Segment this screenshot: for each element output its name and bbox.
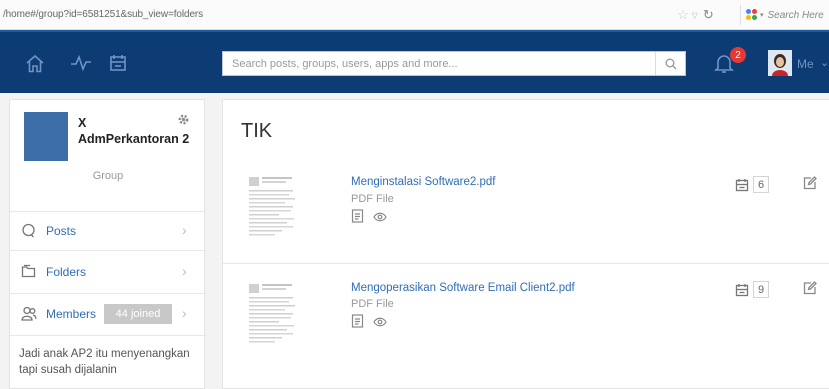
file-name-link[interactable]: Mengoperasikan Software Email Client2.pd… [351, 282, 575, 294]
sidebar-item-members[interactable]: Members 44 joined › [10, 295, 206, 333]
members-icon [21, 306, 37, 324]
file-count[interactable]: 9 [735, 281, 769, 298]
file-row[interactable]: Mengoperasikan Software Email Client2.pd… [223, 271, 829, 364]
file-type: PDF File [351, 193, 394, 205]
divider [10, 293, 206, 294]
group-type: Group [92, 170, 124, 182]
user-avatar[interactable] [768, 50, 792, 76]
file-type: PDF File [351, 298, 394, 310]
chevron-down-icon[interactable]: ⌄ [820, 56, 829, 69]
sidebar-item-posts[interactable]: Posts › [10, 212, 206, 250]
search-input[interactable] [223, 52, 653, 75]
sidebar-item-label: Folders [46, 265, 87, 279]
app-header: 2 Me ⌄ [0, 30, 829, 93]
file-count[interactable]: 6 [735, 176, 769, 193]
folder-content: TIK Menginstalasi Software2.pdf PDF File [222, 99, 829, 389]
group-sidebar: X AdmPerkantoran 2 Group Posts › Folders… [9, 99, 206, 389]
chevron-right-icon: › [182, 305, 187, 321]
divider [10, 250, 206, 251]
sidebar-item-folders[interactable]: Folders › [10, 253, 206, 291]
edit-icon[interactable] [803, 176, 817, 193]
gear-icon [178, 114, 189, 125]
calendar-icon[interactable] [106, 52, 130, 74]
members-joined-badge: 44 joined [104, 304, 172, 324]
divider [223, 263, 829, 264]
address-bar-controls: ☆ ▽ ↻ [677, 5, 721, 25]
browser-search-placeholder: Search Here [767, 9, 824, 21]
chat-bubble-icon [21, 223, 36, 241]
header-highlight [0, 30, 829, 32]
chevron-right-icon: › [182, 222, 187, 238]
calendar-icon [735, 178, 749, 191]
group-name[interactable]: X AdmPerkantoran 2 [78, 115, 190, 147]
file-actions [351, 209, 387, 226]
count-value: 9 [753, 281, 769, 298]
reload-icon[interactable]: ↻ [703, 7, 714, 23]
search-engine-logo-icon[interactable] [746, 9, 758, 21]
divider [10, 335, 206, 336]
document-icon[interactable] [351, 314, 364, 331]
pdf-thumbnail[interactable] [246, 174, 300, 240]
file-actions [351, 314, 387, 331]
global-search[interactable] [222, 51, 686, 76]
sidebar-item-label: Members [46, 307, 97, 321]
view-eye-icon[interactable] [373, 211, 387, 225]
search-button[interactable] [655, 52, 685, 75]
user-menu-label[interactable]: Me [797, 57, 814, 71]
chevron-right-icon: › [182, 263, 187, 279]
bookmark-star-icon[interactable]: ☆ [677, 7, 689, 23]
search-icon [665, 58, 676, 69]
browser-address-bar[interactable]: /home#/group?id=6581251&sub_view=folders… [0, 0, 829, 30]
folder-icon [21, 264, 36, 281]
group-description: Jadi anak AP2 itu menyenangkan tapi susa… [19, 348, 190, 376]
history-dropdown-icon[interactable]: ▽ [692, 11, 698, 20]
file-name-link[interactable]: Menginstalasi Software2.pdf [351, 176, 495, 188]
file-row[interactable]: Menginstalasi Software2.pdf PDF File 6 [223, 166, 829, 259]
url-text[interactable]: /home#/group?id=6581251&sub_view=folders [3, 9, 203, 20]
document-icon[interactable] [351, 209, 364, 226]
sidebar-item-label: Posts [46, 224, 77, 238]
folder-title: TIK [241, 120, 273, 142]
calendar-icon [735, 283, 749, 296]
notification-badge[interactable]: 2 [730, 47, 746, 63]
browser-search-box[interactable]: ▾ Search Here [740, 5, 829, 25]
home-icon[interactable] [23, 52, 47, 74]
activity-icon[interactable] [69, 52, 93, 74]
count-value: 6 [753, 176, 769, 193]
pdf-thumbnail[interactable] [246, 281, 300, 347]
engine-dropdown-icon[interactable]: ▾ [760, 11, 764, 19]
group-settings-button[interactable] [177, 113, 190, 129]
view-eye-icon[interactable] [373, 316, 387, 330]
group-avatar[interactable] [24, 112, 68, 161]
edit-icon[interactable] [803, 281, 817, 298]
